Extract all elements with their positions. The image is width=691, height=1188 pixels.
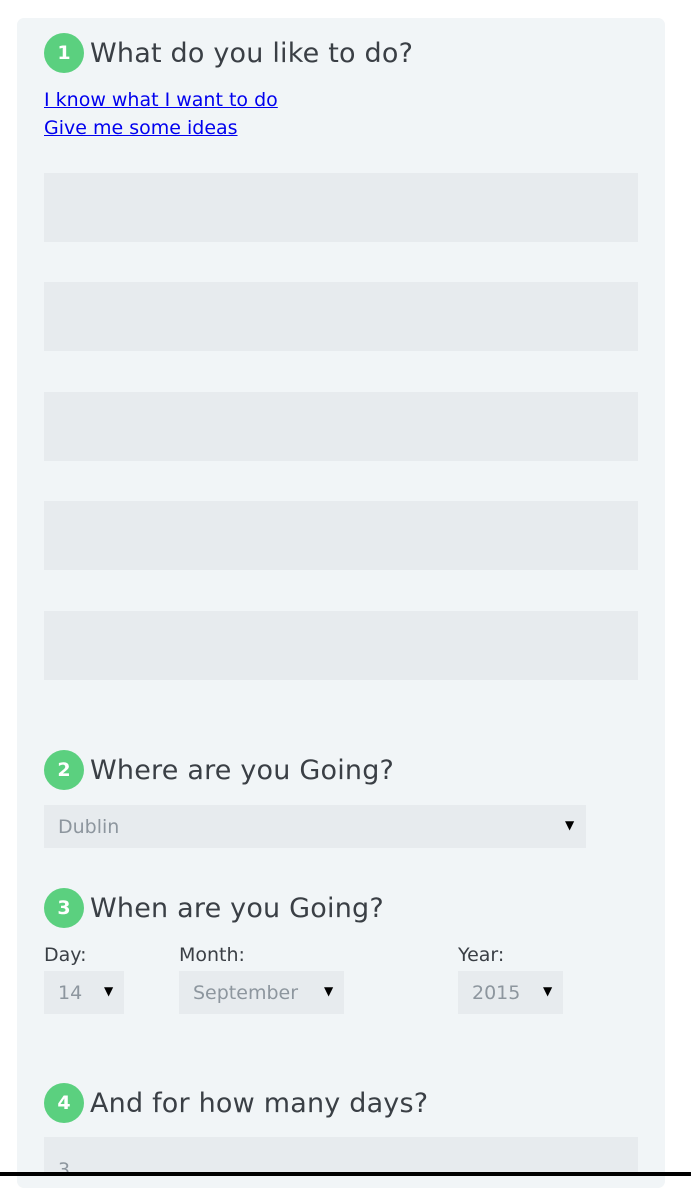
activity-slot-1[interactable] [44, 173, 638, 242]
step-4-badge: 4 [44, 1083, 84, 1123]
year-select[interactable]: 2015 ▼ [458, 971, 563, 1014]
activity-slot-5[interactable] [44, 611, 638, 680]
month-label: Month: [179, 944, 245, 966]
days-value: 3 [58, 1159, 71, 1172]
step-1-badge: 1 [44, 33, 84, 73]
give-me-ideas-link[interactable]: Give me some ideas [44, 117, 238, 139]
day-select[interactable]: 14 ▼ [44, 971, 124, 1014]
year-label: Year: [458, 944, 505, 966]
destination-value: Dublin [58, 815, 120, 838]
year-value: 2015 [472, 981, 521, 1004]
caret-down-icon: ▼ [543, 984, 553, 998]
destination-select[interactable]: Dublin ▼ [44, 805, 586, 848]
activity-slot-2[interactable] [44, 282, 638, 351]
step-4-header: 4 And for how many days? [44, 1083, 428, 1123]
activity-slot-3[interactable] [44, 392, 638, 461]
bottom-edge [0, 1172, 691, 1176]
step-2-title: Where are you Going? [90, 754, 395, 786]
step-3-header: 3 When are you Going? [44, 888, 384, 928]
day-label: Day: [44, 944, 87, 966]
step-3-badge: 3 [44, 888, 84, 928]
step-2-header: 2 Where are you Going? [44, 750, 394, 790]
step-1-header: 1 What do you like to do? [44, 33, 413, 73]
activity-slot-4[interactable] [44, 501, 638, 570]
step-2-badge: 2 [44, 750, 84, 790]
month-select[interactable]: September ▼ [179, 971, 344, 1014]
caret-down-icon: ▼ [324, 984, 334, 998]
day-value: 14 [58, 981, 83, 1004]
days-input[interactable]: 3 [44, 1137, 638, 1172]
step-4-title: And for how many days? [90, 1087, 429, 1119]
caret-down-icon: ▼ [565, 818, 575, 832]
step-3-title: When are you Going? [90, 892, 384, 924]
know-what-i-want-link[interactable]: I know what I want to do [44, 89, 278, 111]
step-1-title: What do you like to do? [90, 37, 414, 69]
month-value: September [193, 981, 299, 1004]
caret-down-icon: ▼ [104, 984, 114, 998]
